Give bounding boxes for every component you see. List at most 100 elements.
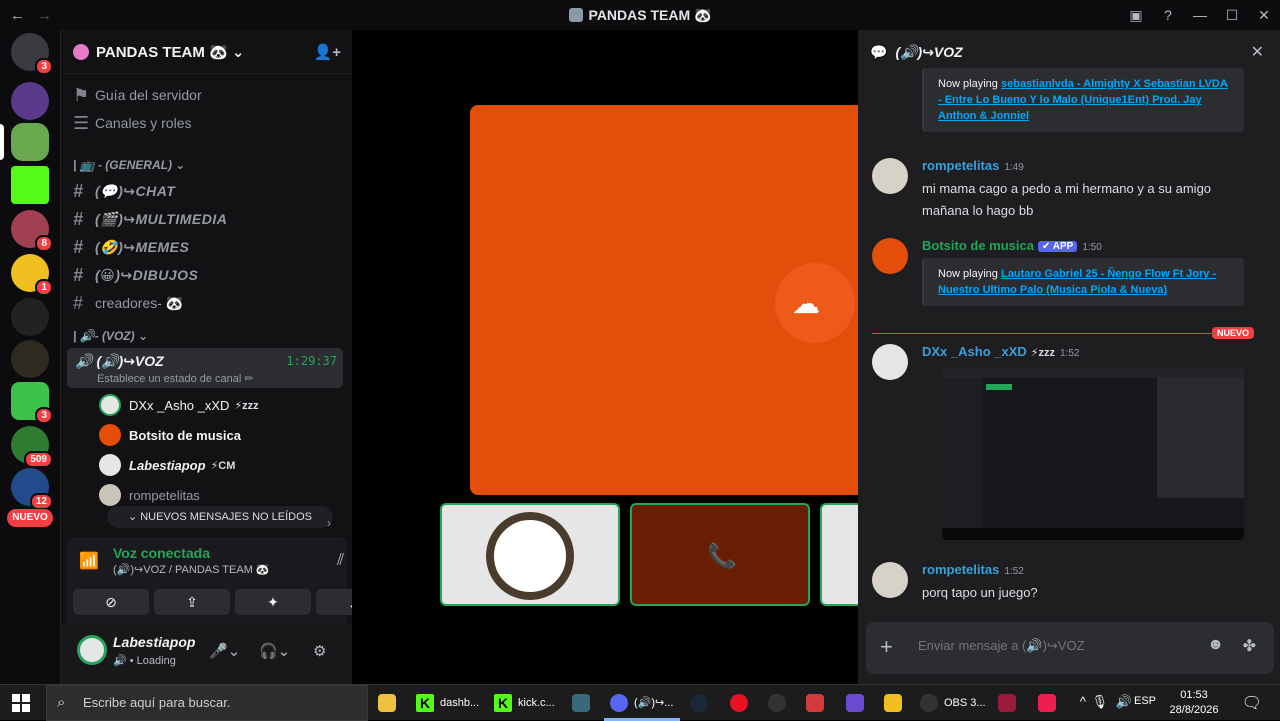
add-attachment-icon[interactable]: + (880, 634, 893, 660)
avatar[interactable] (872, 562, 908, 598)
invite-icon[interactable]: 👤+ (314, 43, 341, 61)
avatar[interactable] (872, 344, 908, 380)
voice-user[interactable]: DXx _Asho _xXD ⚡zzz (99, 392, 259, 418)
chevron-right-icon[interactable]: › (327, 516, 331, 530)
headphones-icon[interactable]: 🎧⌄ (259, 642, 290, 660)
channel-chat[interactable]: # (💬)↪CHAT (73, 178, 175, 204)
category-voz[interactable]: | 🔊- (VOZ) ⌄ (73, 323, 148, 349)
soundcloud-stream-tile[interactable]: ☁ (470, 105, 860, 495)
user-avatar[interactable] (77, 635, 107, 665)
tiktok-icon[interactable] (1038, 691, 1056, 715)
notifications-icon[interactable]: 🗨 (1242, 693, 1262, 713)
message-input[interactable] (918, 638, 1178, 653)
channel-status-prompt[interactable]: Establece un estado de canal ✏ (97, 372, 254, 385)
message-author[interactable]: rompetelitas (922, 562, 999, 577)
app-icon[interactable] (806, 691, 824, 715)
guild-icon[interactable] (11, 340, 49, 378)
updt-guild-icon[interactable] (11, 298, 49, 336)
screenshot-attachment[interactable] (942, 368, 1244, 540)
apps-icon[interactable]: ✤ (1243, 636, 1256, 656)
server-guide[interactable]: ⚑ Guía del servidor (73, 82, 202, 108)
microphone-icon[interactable]: 🎤⌄ (209, 642, 240, 660)
inbox-icon[interactable]: ▣ (1120, 7, 1152, 24)
app-icon[interactable] (884, 691, 902, 715)
guild-icon[interactable]: 12 (11, 468, 53, 510)
window-title: PANDAS TEAM 🐼 (0, 7, 1280, 24)
channel-memes[interactable]: # (🤣)↪MEMES (73, 234, 189, 260)
voice-user[interactable]: Botsito de musica (99, 422, 241, 448)
screen-share-button[interactable]: ⇪ (154, 589, 230, 615)
avatar (99, 424, 121, 446)
app-badge: ✔ APP (1037, 241, 1078, 252)
participant-tile[interactable]: 📞 (630, 503, 810, 606)
maximize-button[interactable]: ☐ (1216, 7, 1248, 24)
logitech-icon[interactable] (768, 691, 786, 715)
media-player-icon[interactable] (730, 691, 748, 715)
activities-button[interactable]: ✦ (235, 589, 311, 615)
list-icon: ☰ (73, 112, 90, 133)
username[interactable]: Labestiapop (113, 634, 195, 650)
steam-icon[interactable] (690, 691, 708, 715)
start-windows-icon[interactable] (12, 694, 30, 712)
help-icon[interactable]: ? (1152, 7, 1184, 23)
hash-icon: # (73, 236, 84, 257)
guild-icon[interactable]: 8 (11, 210, 53, 252)
channel-dibujos[interactable]: # (😀)↪DIBUJOS (73, 262, 198, 288)
avatar[interactable] (872, 158, 908, 194)
message-time: 1:52 (1060, 348, 1080, 359)
file-explorer-icon[interactable] (378, 691, 396, 715)
guild-icon[interactable]: 3 (11, 33, 53, 75)
message-author[interactable]: Botsito de musica (922, 238, 1034, 253)
voice-status[interactable]: Voz conectada (113, 545, 210, 561)
new-label: NUEVO (1212, 327, 1255, 339)
channels-and-roles[interactable]: ☰ Canales y roles (73, 110, 192, 136)
noise-suppression-icon[interactable]: ⫽ (337, 552, 344, 570)
message-time: 1:52 (1004, 566, 1024, 577)
voice-user[interactable]: Labestiapop ⚡CM (99, 452, 235, 478)
kick-guild-icon[interactable] (11, 166, 49, 204)
voice-user[interactable]: rompetelitas (99, 482, 200, 508)
channel-multimedia[interactable]: # (🎬)↪MULTIMEDIA (73, 206, 227, 232)
new-messages-pill[interactable]: ⌄ NUEVOS MENSAJES NO LEÍDOS (107, 506, 333, 528)
signal-icon[interactable]: 📶 (79, 551, 99, 571)
taskbar-app-obs[interactable]: OBS 3... (920, 691, 986, 715)
app-icon[interactable] (846, 691, 864, 715)
emoji-icon[interactable]: ☻ (1207, 636, 1224, 654)
window-controls: ▣ ? — ☐ ✕ (1120, 0, 1280, 30)
voice-channel-voz[interactable]: 🔊 (🔊)↪VOZ 1:29:37 Establece un estado de … (67, 348, 343, 388)
guild-icon-active[interactable] (0, 123, 49, 161)
participant-tile[interactable] (440, 503, 620, 606)
taskbar-app-discord[interactable]: (🔊)↪... (610, 691, 673, 715)
server-header[interactable]: PANDAS TEAM 🐼 ⌄ 👤+ (61, 30, 353, 74)
tray-chevron-up-icon[interactable]: ^ (1080, 694, 1086, 709)
volume-icon[interactable]: 🔊 (1116, 694, 1132, 710)
taskbar-app-kick[interactable]: Kkick.c... (494, 691, 555, 715)
taskbar-app-kick-dashboard[interactable]: Kdashb... (416, 691, 479, 715)
microphone-tray-icon[interactable]: 🎙 (1091, 694, 1108, 710)
app-icon[interactable] (998, 691, 1016, 715)
language-indicator[interactable]: ESP (1134, 695, 1156, 707)
settings-gear-icon[interactable]: ⚙ (313, 642, 326, 660)
category-general[interactable]: | 📺 - (GENERAL) ⌄ (73, 152, 185, 178)
guild-icon[interactable]: 509 (11, 426, 53, 468)
new-pill[interactable]: NUEVO (7, 509, 53, 527)
active-indicator (0, 124, 4, 160)
clock[interactable]: 01:53 28/8/2026 (1164, 688, 1224, 718)
voice-location[interactable]: (🔊)↪VOZ / PANDAS TEAM 🐼 (113, 563, 270, 576)
minimize-button[interactable]: — (1184, 7, 1216, 23)
signpost-icon: ⚑ (73, 84, 90, 105)
message-author[interactable]: DXx _Asho _xXD (922, 344, 1027, 359)
channel-creadores[interactable]: # creadores- 🐼 (73, 290, 183, 316)
windows-taskbar: ⌕ Escribe aquí para buscar. Kdashb... Kki… (0, 684, 1280, 721)
close-chat-icon[interactable]: ✕ (1251, 42, 1264, 62)
message-author[interactable]: rompetelitas (922, 158, 999, 173)
avatar[interactable] (872, 238, 908, 274)
participant-tile[interactable] (820, 503, 860, 606)
taskbar-search[interactable]: ⌕ Escribe aquí para buscar. (46, 685, 368, 721)
close-window-button[interactable]: ✕ (1248, 7, 1280, 24)
guild-icon[interactable]: 1 (11, 254, 53, 296)
creeper-guild-icon[interactable]: 3 (11, 382, 53, 424)
league-icon[interactable] (572, 691, 590, 715)
guild-icon[interactable] (11, 82, 49, 120)
camera-off-button[interactable]: ⊘ (73, 589, 149, 615)
